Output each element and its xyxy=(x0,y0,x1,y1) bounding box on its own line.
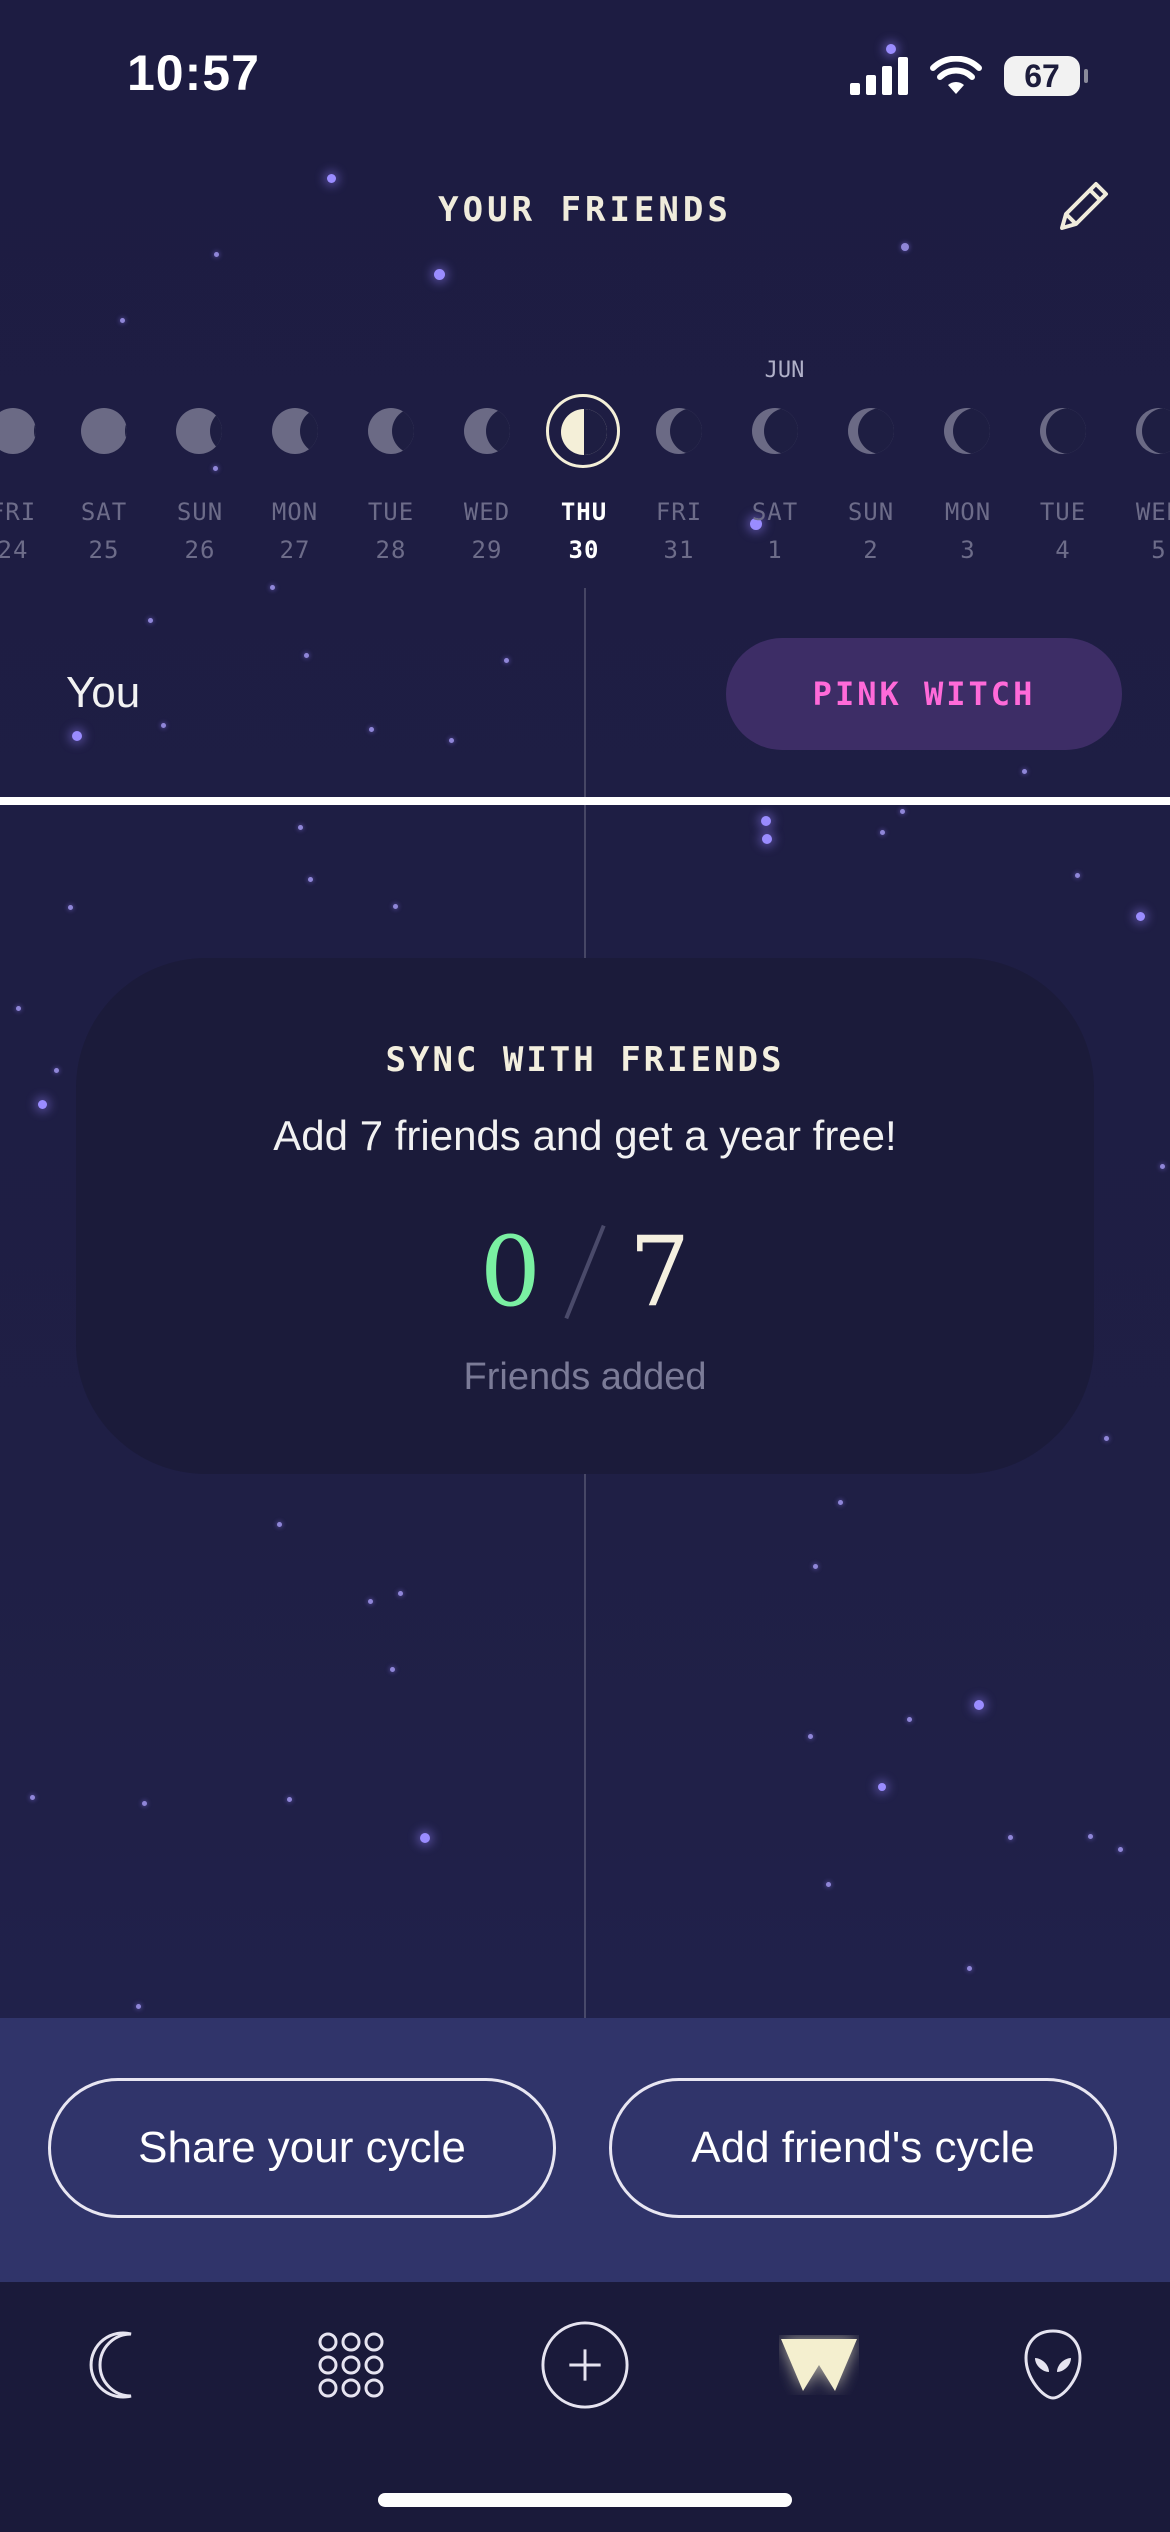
moon-phase-icon[interactable] xyxy=(848,408,894,454)
day-label[interactable]: SAT xyxy=(59,498,149,526)
moon-phase-icon[interactable] xyxy=(464,408,510,454)
moon-phase-icon[interactable] xyxy=(944,408,990,454)
add-friend-cycle-button[interactable]: Add friend's cycle xyxy=(609,2078,1117,2218)
witch-w-icon xyxy=(781,2339,857,2391)
month-label: JUN xyxy=(764,358,805,383)
friend-name-pill[interactable]: PINK WITCH xyxy=(726,638,1122,750)
date-label-selected[interactable]: 30 xyxy=(539,536,629,564)
tab-add[interactable] xyxy=(540,2320,630,2410)
day-label[interactable]: WED xyxy=(1114,498,1170,526)
moon-phase-icon[interactable] xyxy=(81,408,127,454)
signal-icon xyxy=(850,57,908,95)
share-cycle-button[interactable]: Share your cycle xyxy=(48,2078,556,2218)
card-subtitle: Add 7 friends and get a year free! xyxy=(273,1112,897,1159)
date-label[interactable]: 25 xyxy=(59,536,149,564)
date-label[interactable]: 29 xyxy=(442,536,532,564)
sync-card: SYNC WITH FRIENDS Add 7 friends and get … xyxy=(76,958,1094,1474)
tab-moon[interactable] xyxy=(72,2320,162,2410)
date-label[interactable]: 5 xyxy=(1114,536,1170,564)
date-label[interactable]: 26 xyxy=(155,536,245,564)
day-label[interactable]: SUN xyxy=(826,498,916,526)
cycle-timeline-bar xyxy=(0,797,1170,805)
counter-slash xyxy=(564,1224,606,1320)
moon-phase-icon[interactable] xyxy=(176,408,222,454)
moon-phase-icon[interactable] xyxy=(1040,408,1086,454)
date-label[interactable]: 1 xyxy=(730,536,820,564)
friends-goal-count: 7 xyxy=(629,1216,691,1328)
moon-phase-icon[interactable] xyxy=(272,408,318,454)
day-label[interactable]: SUN xyxy=(155,498,245,526)
date-label[interactable]: 24 xyxy=(0,536,58,564)
friends-added-label: Friends added xyxy=(463,1356,707,1398)
tab-friends[interactable] xyxy=(774,2320,864,2410)
friends-added-count: 0 xyxy=(479,1216,541,1328)
card-title: SYNC WITH FRIENDS xyxy=(385,1040,785,1080)
friends-counter: 0 7 xyxy=(76,1216,1094,1328)
day-label[interactable]: FRI xyxy=(0,498,58,526)
status-time: 10:57 xyxy=(127,45,260,101)
day-label[interactable]: MON xyxy=(923,498,1013,526)
grid-dots-icon xyxy=(318,2332,384,2398)
battery-indicator: 67 xyxy=(1004,56,1088,96)
alien-icon xyxy=(1024,2329,1082,2400)
page-title: YOUR FRIENDS xyxy=(438,190,732,230)
date-label[interactable]: 4 xyxy=(1018,536,1108,564)
tab-profile[interactable] xyxy=(1008,2320,1098,2410)
moon-phase-icon[interactable] xyxy=(752,408,798,454)
date-label[interactable]: 2 xyxy=(826,536,916,564)
today-moon-icon xyxy=(561,409,607,455)
date-label[interactable]: 28 xyxy=(346,536,436,564)
moon-phase-icon[interactable] xyxy=(656,408,702,454)
you-label: You xyxy=(66,668,141,717)
day-label[interactable]: SAT xyxy=(730,498,820,526)
day-label[interactable]: WED xyxy=(442,498,532,526)
pencil-icon[interactable] xyxy=(1048,172,1118,242)
day-label[interactable]: FRI xyxy=(634,498,724,526)
day-label[interactable]: TUE xyxy=(1018,498,1108,526)
date-label[interactable]: 3 xyxy=(923,536,1013,564)
tab-grid[interactable] xyxy=(306,2320,396,2410)
day-label[interactable]: TUE xyxy=(346,498,436,526)
status-icons: 67 xyxy=(850,56,1088,96)
date-label[interactable]: 27 xyxy=(250,536,340,564)
moon-icon xyxy=(89,2331,132,2399)
day-label-selected[interactable]: THU xyxy=(539,498,629,526)
plus-circle-icon xyxy=(541,2321,629,2409)
wifi-icon xyxy=(930,56,982,94)
moon-phase-icon[interactable] xyxy=(368,408,414,454)
home-indicator xyxy=(378,2493,792,2507)
action-bar: Share your cycle Add friend's cycle xyxy=(0,2018,1170,2282)
day-label[interactable]: MON xyxy=(250,498,340,526)
date-label[interactable]: 31 xyxy=(634,536,724,564)
